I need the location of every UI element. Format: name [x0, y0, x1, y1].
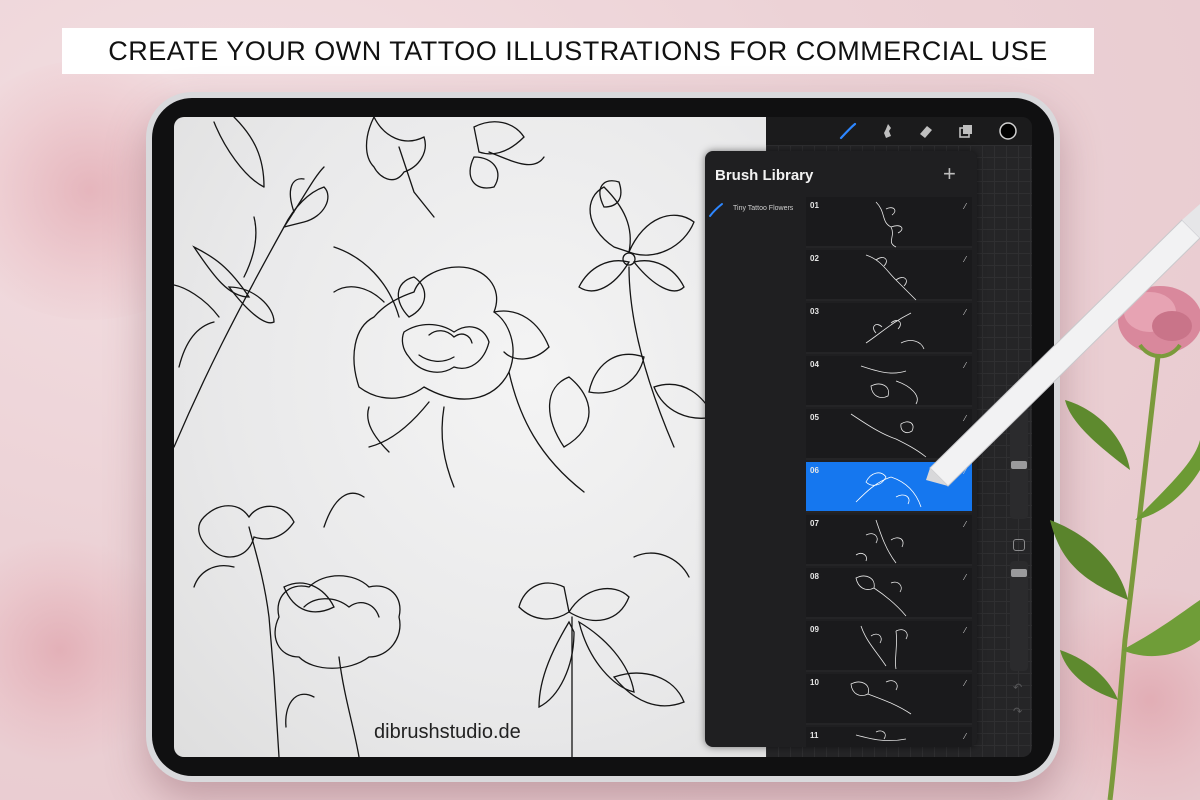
- stylus-and-flower-decor: [926, 204, 1200, 800]
